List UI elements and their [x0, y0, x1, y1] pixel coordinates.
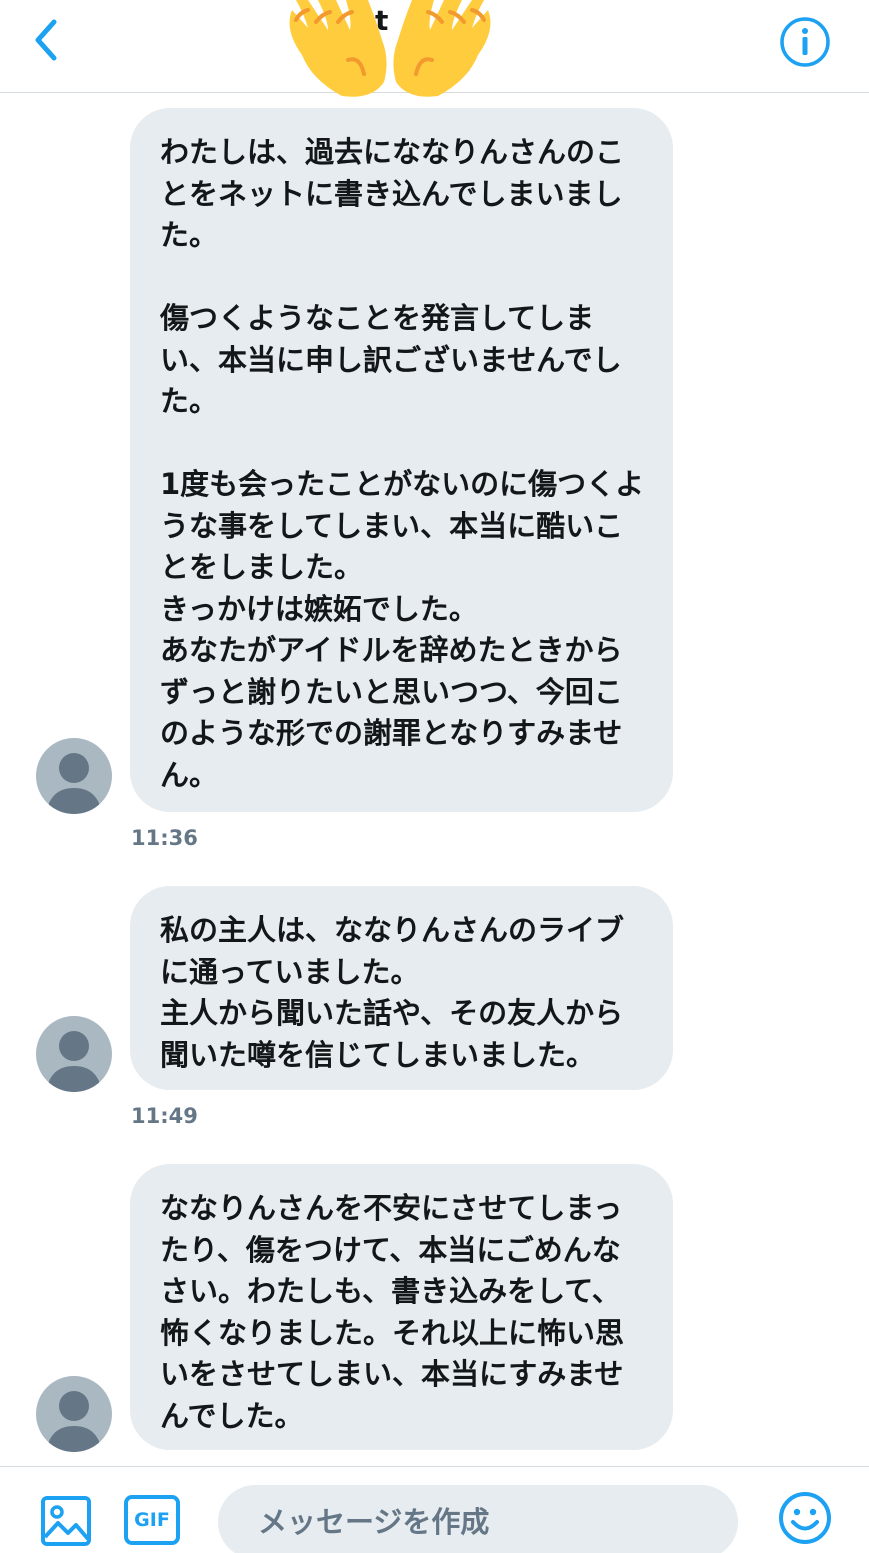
smiley-icon: [779, 1492, 831, 1544]
message-timestamp: 11:36: [131, 826, 198, 850]
message-composer: GIF: [0, 1466, 869, 1553]
avatar-placeholder-icon: [46, 1391, 102, 1452]
info-icon: [780, 17, 830, 67]
image-icon: [41, 1496, 91, 1546]
avatar-placeholder-icon: [46, 1031, 102, 1092]
message-timestamp: 11:49: [131, 1104, 198, 1128]
message-bubble[interactable]: ななりんさんを不安にさせてしまったり、傷をつけて、本当にごめんなさい。わたしも、…: [130, 1164, 673, 1450]
avatar[interactable]: [36, 1376, 112, 1452]
avatar[interactable]: [36, 1016, 112, 1092]
avatar[interactable]: [36, 738, 112, 814]
message-bubble[interactable]: 私の主人は、ななりんさんのライブに通っていました。 主人から聞いた話や、その友人…: [130, 886, 673, 1090]
emoji-button[interactable]: [778, 1491, 832, 1545]
message-bubble[interactable]: わたしは、過去にななりんさんのことをネットに書き込んでしまいました。 傷つくよう…: [130, 108, 673, 812]
back-button[interactable]: [28, 16, 68, 64]
conversation-header: t 111: [0, 0, 869, 97]
back-chevron-icon: [35, 19, 57, 61]
raised-hands-emoji: [289, 0, 491, 97]
add-gif-button[interactable]: GIF: [124, 1495, 180, 1545]
add-photo-button[interactable]: [40, 1495, 92, 1547]
conversation-info-button[interactable]: [779, 16, 831, 68]
avatar-placeholder-icon: [46, 753, 102, 814]
message-input[interactable]: [218, 1485, 738, 1553]
